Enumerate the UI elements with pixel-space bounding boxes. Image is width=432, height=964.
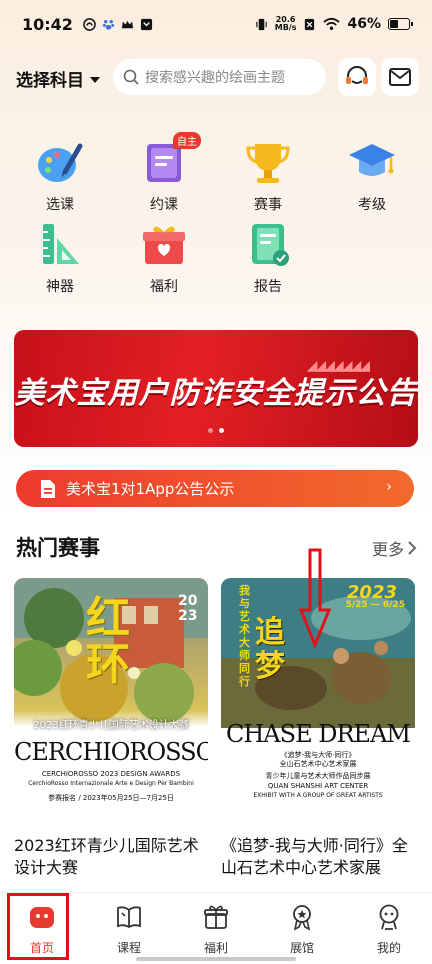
- gift-icon: [139, 220, 189, 270]
- tab-gallery[interactable]: 展馆: [272, 903, 332, 956]
- card-title[interactable]: 2023红环青少儿国际艺术设计大赛: [14, 835, 214, 879]
- grid-item-tools[interactable]: 神器: [20, 220, 100, 296]
- annotation-arrow-icon: [298, 548, 332, 648]
- battery-percent: 46%: [347, 16, 381, 32]
- grid-label: 约课: [150, 197, 178, 213]
- wifi-icon: [323, 17, 341, 30]
- status-bar: 10:42 20.6 MB/s 46%: [0, 0, 432, 48]
- app-notification-icon: [83, 17, 96, 31]
- more-link[interactable]: 更多: [372, 536, 418, 560]
- card-side-text: 我与艺术大师同行: [239, 584, 250, 688]
- grid-item-competition[interactable]: 赛事: [228, 138, 308, 214]
- medal-icon: [293, 905, 311, 931]
- card-sub4: QUAN SHANSHI ART CENTER: [267, 782, 369, 790]
- grid-label: 福利: [150, 279, 178, 295]
- card-date-range: 5/25 — 6/25: [345, 600, 405, 610]
- announcement-text: 美术宝1对1App公告公示: [66, 480, 235, 498]
- vibrate-icon: [256, 18, 267, 30]
- card-year: 2023: [178, 593, 198, 624]
- message-icon: [140, 18, 153, 30]
- grid-item-select-course[interactable]: 选课: [20, 138, 100, 214]
- annotation-highlight-box: [7, 893, 69, 960]
- grid-item-grading-exam[interactable]: 考级: [332, 138, 412, 214]
- carousel-dot-active: [219, 428, 224, 433]
- top-bar: 选择科目 搜索感兴趣的绘画主题: [0, 56, 432, 98]
- card-sub1: CERCHIOROSSO 2023 DESIGN AWARDS: [41, 770, 181, 778]
- search-placeholder: 搜索感兴趣的绘画主题: [145, 70, 285, 86]
- status-time: 10:42: [22, 14, 73, 34]
- tab-label: 课程: [116, 941, 141, 955]
- card-sub3: 青少年儿童与艺术大师作品同步展: [265, 772, 371, 780]
- home-indicator: [136, 957, 296, 961]
- chevron-right-icon: ›: [386, 479, 392, 495]
- crown-icon: [121, 20, 134, 28]
- book-open-icon: [117, 906, 141, 929]
- grid-label: 选课: [46, 197, 74, 213]
- document-icon: [41, 479, 55, 498]
- network-speed: 20.6 MB/s: [274, 15, 297, 32]
- card-big-title: 红环: [86, 593, 130, 690]
- card-brand: CERCHIOROSSO: [14, 738, 208, 766]
- more-label: 更多: [371, 540, 404, 559]
- trophy-icon: [243, 138, 293, 188]
- gift-icon: [204, 905, 228, 929]
- grid-item-report[interactable]: 报告: [228, 220, 308, 296]
- report-icon: [243, 220, 293, 270]
- headset-icon: [346, 66, 368, 84]
- book-icon: 自主: [139, 132, 201, 188]
- search-icon: [123, 69, 139, 85]
- tab-label: 福利: [203, 941, 228, 955]
- grid-label: 神器: [46, 279, 74, 295]
- tab-label: 我的: [376, 941, 401, 955]
- card-dates: 参赛报名 / 2023年05月25日—7月25日: [48, 794, 174, 802]
- subject-label: 选择科目: [16, 71, 84, 91]
- sim-off-icon: [305, 18, 315, 30]
- subject-selector[interactable]: 选择科目: [16, 66, 100, 91]
- carousel-indicator: [208, 428, 224, 433]
- chevron-right-icon: [408, 541, 417, 555]
- battery-icon: [388, 18, 413, 30]
- card-banner-line: 2023红环青少儿国际艺术设计大赛: [33, 720, 189, 731]
- card-big-title: 追梦: [255, 615, 285, 684]
- grid-label: 赛事: [254, 197, 282, 213]
- palette-icon: [35, 138, 85, 188]
- card-sub2: CerchioRosso Internazionale Arte e Desig…: [28, 780, 194, 787]
- card-sub2: 全山石艺术中心艺术家展: [279, 760, 357, 768]
- announcement-bar[interactable]: 美术宝1对1App公告公示 ›: [16, 470, 414, 507]
- search-bar[interactable]: 搜索感兴趣的绘画主题: [113, 59, 326, 95]
- grid-label: 报告: [254, 279, 282, 295]
- carousel-dot: [208, 428, 213, 433]
- ruler-icon: [35, 220, 85, 270]
- customer-service-button[interactable]: [338, 58, 376, 96]
- caret-down-icon: [90, 76, 100, 83]
- messages-button[interactable]: [381, 58, 419, 96]
- section-title: 热门赛事: [16, 536, 100, 560]
- grid-label: 考级: [358, 197, 386, 213]
- grid-item-benefits[interactable]: 福利: [124, 220, 204, 296]
- grid-item-book-class[interactable]: 自主 约课: [124, 132, 204, 214]
- tab-label: 展馆: [289, 941, 314, 955]
- paw-icon: [102, 19, 115, 30]
- tab-profile[interactable]: 我的: [359, 903, 419, 956]
- card-brand: CHASE DREAM: [226, 720, 411, 748]
- mail-icon: [389, 68, 411, 86]
- banner-title: 美术宝用户防诈安全提示公告: [14, 376, 418, 411]
- graduation-cap-icon: [347, 138, 397, 188]
- promo-banner[interactable]: ◢◢◢◢◢◢◢ 美术宝用户防诈安全提示公告: [14, 330, 418, 447]
- self-booking-badge: 自主: [173, 132, 201, 149]
- tab-courses[interactable]: 课程: [99, 903, 159, 956]
- card-sub5: EXHIBIT WITH A GROUP OF GREAT ARTISTS: [253, 792, 383, 799]
- tab-benefits[interactable]: 福利: [186, 903, 246, 956]
- card-title[interactable]: 《追梦-我与大师·同行》全山石艺术中心艺术家展: [221, 835, 421, 879]
- competition-card[interactable]: 红环 2023 2023红环青少儿国际艺术设计大赛 CERCHIOROSSO C…: [14, 578, 208, 818]
- profile-icon: [379, 904, 399, 930]
